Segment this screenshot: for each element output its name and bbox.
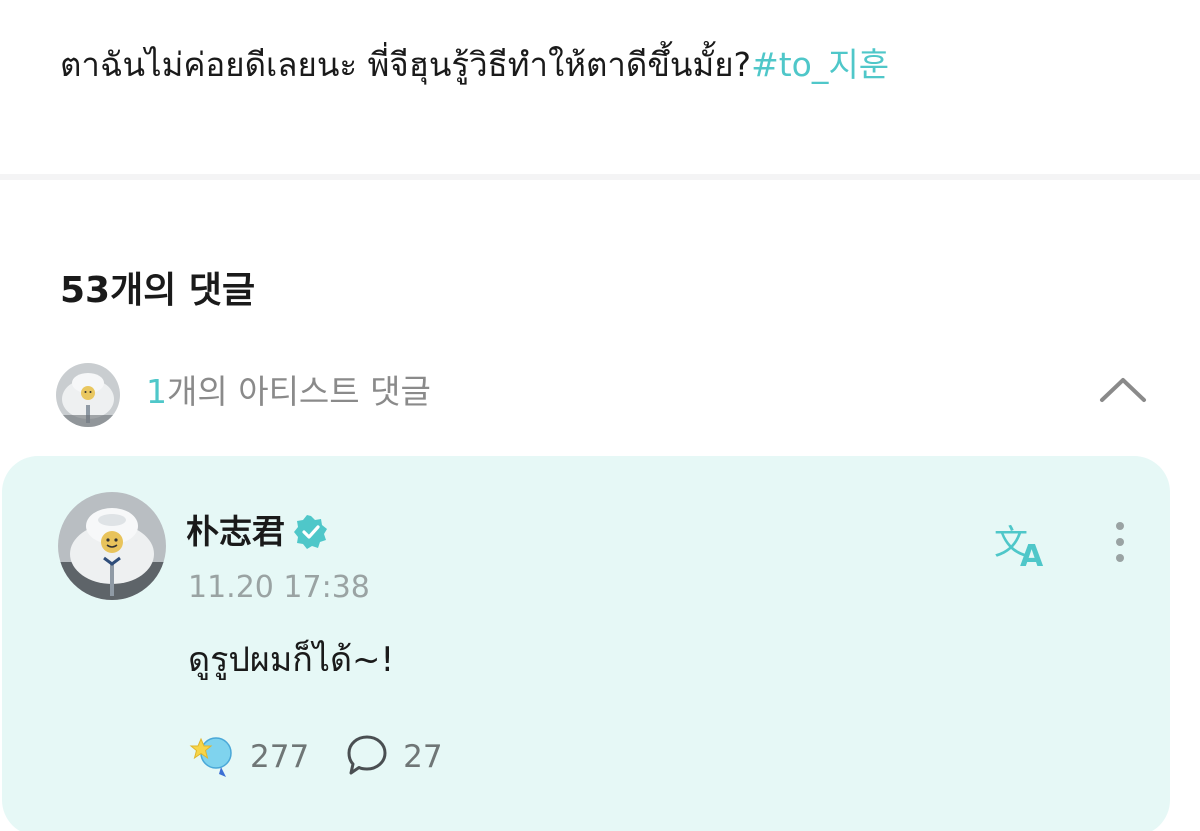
author-avatar[interactable]	[58, 492, 166, 600]
reply-count: 27	[403, 739, 443, 775]
chevron-up-icon[interactable]	[1096, 370, 1150, 410]
comment-author[interactable]: 朴志君	[186, 510, 329, 554]
author-name: 朴志君	[186, 512, 285, 551]
post-hashtag[interactable]: #to_지훈	[751, 45, 889, 84]
comments-count-title: 53개의 댓글	[60, 270, 256, 311]
artist-mini-avatar	[56, 363, 120, 427]
post-detail-page: ตาฉันไม่ค่อยดีเลยนะ พี่จีฮุนรู้วิธีทำให้…	[0, 0, 1200, 831]
post-body: ตาฉันไม่ค่อยดีเลยนะ พี่จีฮุนรู้วิธีทำให้…	[60, 45, 752, 84]
comment-actions: 277 27	[188, 732, 479, 782]
artist-comment-label: 개의 아티스트 댓글	[167, 372, 431, 411]
reply-button[interactable]: 27	[345, 733, 443, 781]
like-count: 277	[250, 739, 310, 775]
svg-text:A: A	[1020, 539, 1044, 572]
like-button[interactable]: 277	[188, 731, 309, 783]
post-text: ตาฉันไม่ค่อยดีเลยนะ พี่จีฮุนรู้วิธีทำให้…	[60, 38, 889, 92]
verified-badge-icon	[293, 514, 329, 550]
section-divider	[0, 174, 1200, 180]
more-vertical-icon[interactable]	[1102, 518, 1138, 572]
comment-text: ดูรูปผมก็ได้~!	[188, 640, 395, 680]
artist-comments-summary[interactable]: 1개의 아티스트 댓글	[56, 360, 1156, 427]
artist-comments-summary-text: 1개의 아티스트 댓글	[146, 368, 431, 416]
star-lightstick-icon	[188, 731, 236, 783]
translate-icon[interactable]: 文 A	[992, 518, 1054, 574]
artist-comment-count: 1	[146, 372, 167, 411]
comment-timestamp: 11.20 17:38	[188, 570, 370, 605]
artist-comment-card: 朴志君 11.20 17:38 ดูรูปผมก็ได้~! 文 A 277 2…	[2, 456, 1170, 831]
speech-bubble-icon	[345, 733, 389, 781]
